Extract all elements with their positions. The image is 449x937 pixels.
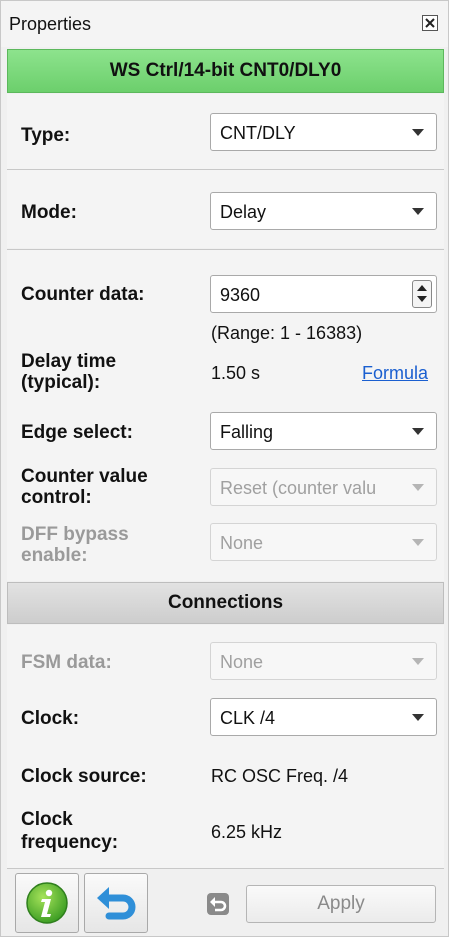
mode-label: Mode: (21, 202, 77, 223)
spin-buttons[interactable] (412, 280, 432, 308)
counter-value-control-value: Reset (counter valu (220, 478, 377, 498)
title-bar: Properties (1, 1, 448, 47)
chevron-down-icon (412, 484, 424, 491)
properties-panel: Properties WS Ctrl/14-bit CNT0/DLY0 Type… (0, 0, 449, 937)
apply-button[interactable]: Apply (246, 885, 436, 923)
mode-select[interactable]: Delay (210, 192, 437, 230)
counter-value-control-label-1: Counter value (21, 466, 148, 487)
chevron-down-icon (412, 208, 424, 215)
clock-frequency-value: 6.25 kHz (211, 822, 283, 842)
delay-time-label-1: Delay time (21, 351, 117, 372)
info-button[interactable] (15, 873, 79, 933)
edge-select-label: Edge select: (21, 422, 133, 443)
clock-label: Clock: (21, 708, 80, 729)
delay-time-value: 1.50 s (211, 363, 261, 383)
spin-up-icon[interactable] (417, 285, 427, 291)
dff-bypass-label-1: DFF bypass (21, 524, 129, 545)
edge-select[interactable]: Falling (210, 412, 437, 450)
type-value: CNT/DLY (220, 123, 296, 143)
counter-data-label: Counter data: (21, 284, 145, 305)
fsm-data-select[interactable]: None (210, 642, 437, 680)
type-select[interactable]: CNT/DLY (210, 113, 437, 151)
edge-value: Falling (220, 422, 274, 442)
clock-frequency-label-2: frequency: (21, 832, 119, 853)
chevron-down-icon (412, 129, 424, 136)
type-label: Type: (21, 125, 71, 146)
chevron-down-icon (412, 428, 424, 435)
counter-range: (Range: 1 - 16383) (211, 323, 363, 343)
chevron-down-icon (412, 714, 424, 721)
counter-value-control-label-2: control: (21, 487, 92, 508)
spin-down-icon[interactable] (417, 296, 427, 302)
fsm-data-value: None (220, 652, 264, 672)
clock-value: CLK /4 (220, 708, 276, 728)
counter-value-control-select[interactable]: Reset (counter valu (210, 468, 437, 506)
chevron-down-icon (412, 658, 424, 665)
close-icon[interactable] (422, 15, 438, 31)
window-title: Properties (9, 14, 92, 34)
chevron-down-icon (412, 539, 424, 546)
revert-icon[interactable] (206, 892, 230, 916)
mode-value: Delay (220, 202, 267, 222)
connections-header[interactable]: Connections (7, 582, 444, 624)
dff-bypass-value: None (220, 533, 264, 553)
counter-data-value: 9360 (220, 285, 261, 305)
delay-time-label-2: (typical): (21, 372, 101, 393)
undo-icon (97, 887, 136, 920)
clock-select[interactable]: CLK /4 (210, 698, 437, 736)
clock-frequency-label-1: Clock (21, 809, 73, 830)
dff-bypass-select[interactable]: None (210, 523, 437, 561)
undo-button[interactable] (84, 873, 148, 933)
info-icon (26, 882, 68, 924)
clock-source-value: RC OSC Freq. /4 (211, 766, 349, 786)
counter-data-spinbox[interactable]: 9360 (210, 275, 437, 313)
block-title: WS Ctrl/14-bit CNT0/DLY0 (7, 49, 444, 93)
formula-link[interactable]: Formula (362, 363, 428, 384)
fsm-data-label: FSM data: (21, 652, 112, 673)
clock-source-label: Clock source: (21, 766, 147, 787)
dff-bypass-label-2: enable: (21, 545, 88, 566)
